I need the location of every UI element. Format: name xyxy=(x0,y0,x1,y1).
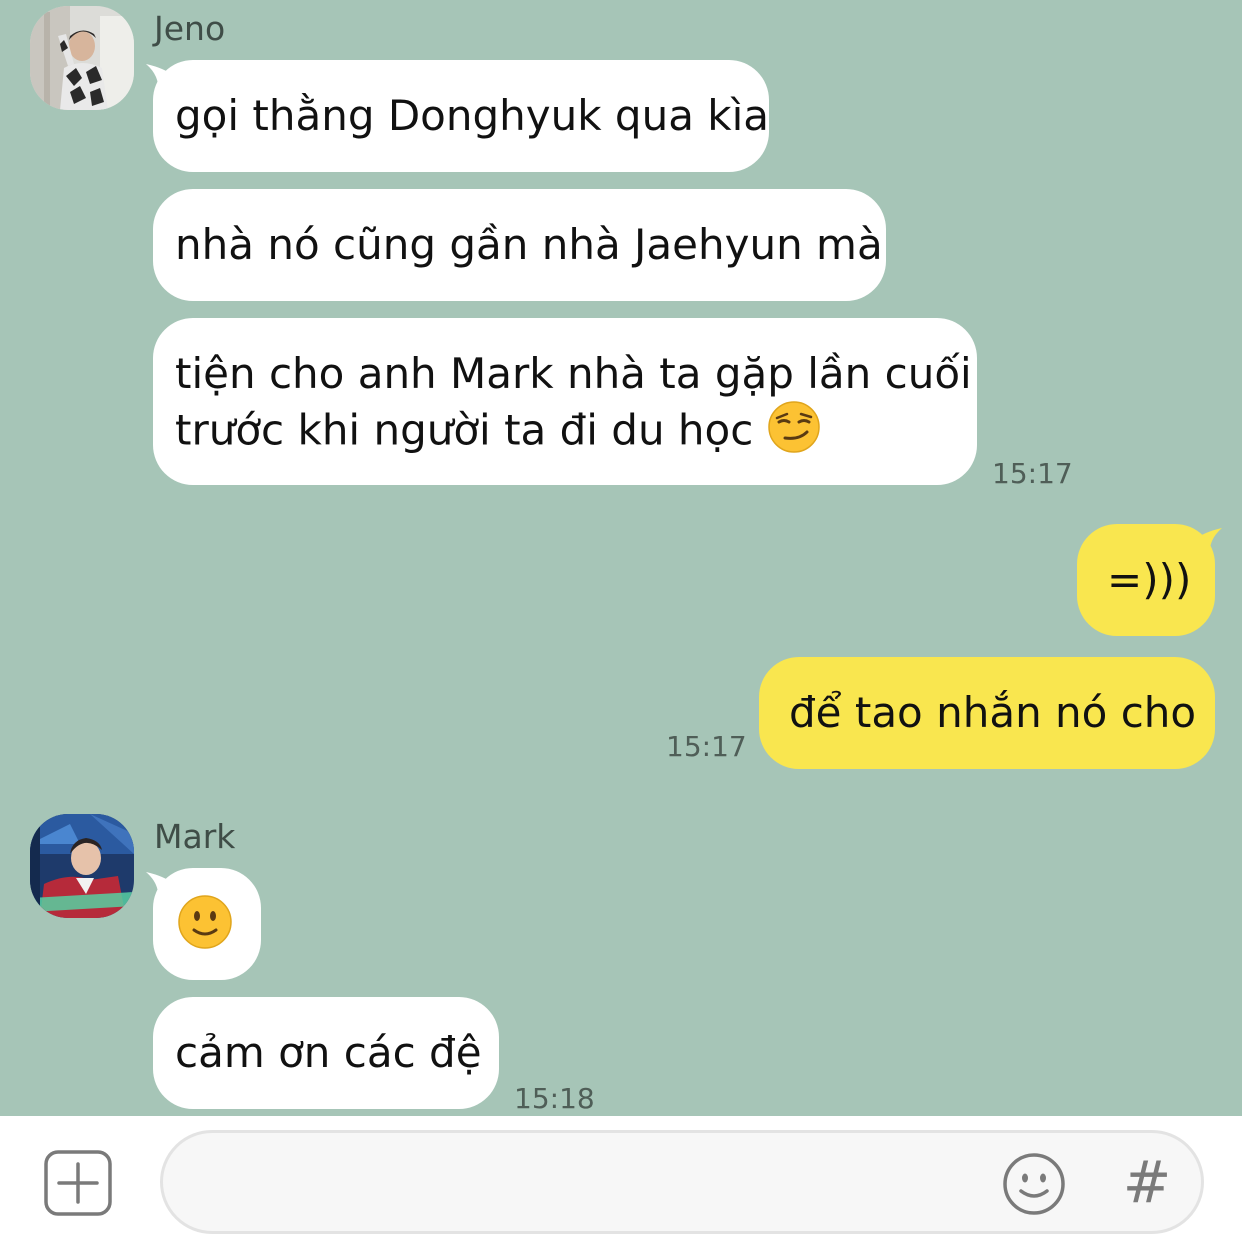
mark-message-2[interactable]: cảm ơn các đệ xyxy=(153,997,499,1109)
smirk-emoji-icon xyxy=(767,400,821,466)
sender-name-jeno: Jeno xyxy=(154,9,226,48)
my-message-2[interactable]: để tao nhắn nó cho xyxy=(759,657,1215,769)
message-input[interactable] xyxy=(193,1153,997,1215)
mark-message-1[interactable] xyxy=(153,868,261,980)
add-button[interactable] xyxy=(44,1150,112,1216)
jeno-avatar[interactable] xyxy=(30,6,134,110)
jeno-message-1[interactable]: gọi thằng Donghyuk qua kìa xyxy=(153,60,769,172)
jeno-timestamp: 15:17 xyxy=(992,457,1073,490)
slight-smile-emoji-icon xyxy=(177,894,233,962)
message-input-bar: # xyxy=(0,1116,1242,1248)
smiley-icon xyxy=(1003,1153,1065,1215)
plus-square-icon xyxy=(44,1150,112,1216)
chat-area[interactable]: Jeno gọi thằng Donghyuk qua kìa nhà nó c… xyxy=(0,0,1242,1116)
jeno-message-3[interactable]: tiện cho anh Mark nhà ta gặp lần cuối tr… xyxy=(153,318,977,485)
hashtag-button[interactable]: # xyxy=(1117,1147,1177,1217)
jeno-message-2[interactable]: nhà nó cũng gần nhà Jaehyun mà xyxy=(153,189,886,301)
message-input-field[interactable]: # xyxy=(160,1130,1204,1234)
my-message-1[interactable]: =))) xyxy=(1077,524,1215,636)
emoji-picker-button[interactable] xyxy=(1001,1151,1067,1217)
my-timestamp: 15:17 xyxy=(666,730,747,763)
sender-name-mark: Mark xyxy=(154,817,236,856)
mark-timestamp: 15:18 xyxy=(514,1082,595,1115)
jeno-message-3-line-1: tiện cho anh Mark nhà ta gặp lần cuối xyxy=(175,349,972,398)
jeno-message-3-line-2: trước khi người ta đi du học xyxy=(175,400,955,466)
mark-avatar[interactable] xyxy=(30,814,134,918)
